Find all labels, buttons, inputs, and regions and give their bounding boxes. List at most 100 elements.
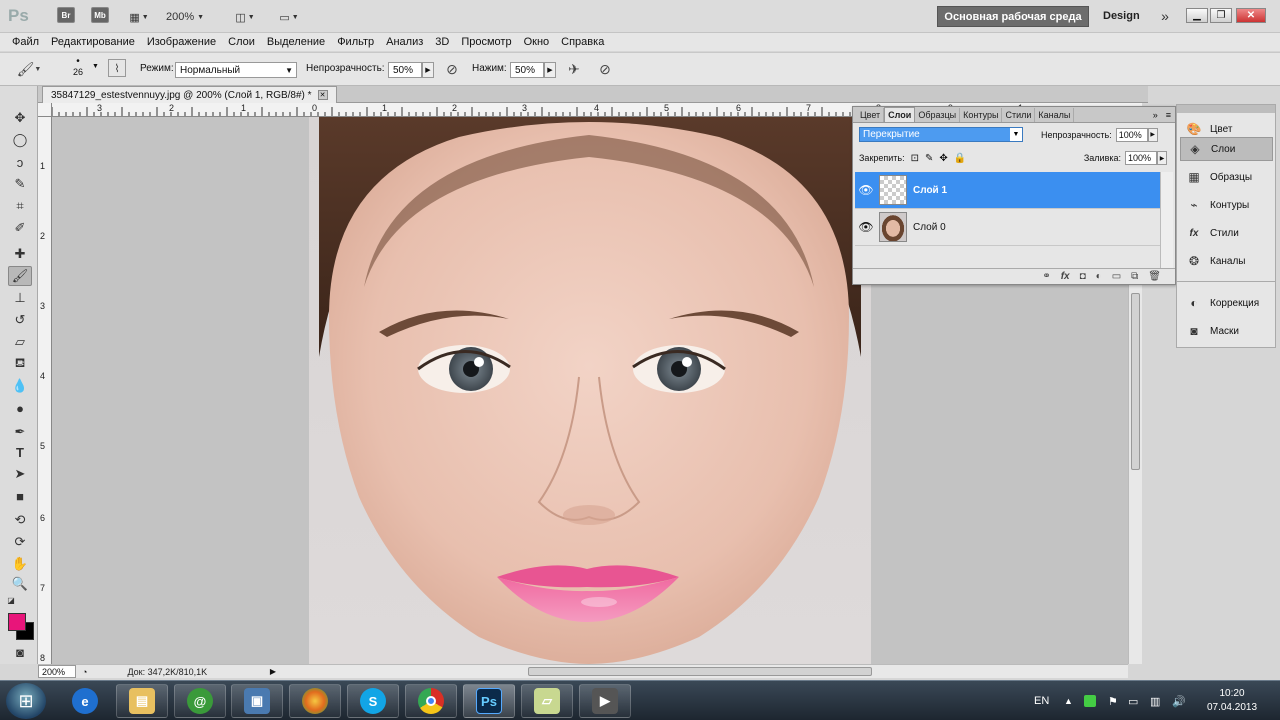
tray-device-icon[interactable]: ▭ [1128,681,1138,720]
tray-app-icon[interactable] [1084,681,1096,720]
tablet-opacity-toggle[interactable]: ⊘ [441,58,463,80]
status-menu-arrow[interactable]: ▶ [270,667,276,676]
type-tool[interactable]: T [8,442,32,462]
tablet-size-toggle[interactable]: ⊘ [594,58,616,80]
taskbar-explorer[interactable]: ▤ [116,684,168,718]
taskbar-skype[interactable]: S [347,684,399,718]
restore-button[interactable]: ❐ [1210,8,1232,23]
path-selection-tool[interactable]: ➤ [8,464,32,484]
brush-size-picker[interactable]: • 26 [66,56,90,77]
opacity-slider-button[interactable]: ▶ [422,62,434,78]
tab-channels[interactable]: Каналы [1035,108,1075,122]
airbrush-toggle[interactable]: ✈ [563,58,585,80]
vertical-scroll-thumb[interactable] [1131,293,1140,470]
menu-image[interactable]: Изображение [141,36,222,48]
lock-transparency-icon[interactable]: ⊡ [911,153,919,164]
minimize-button[interactable]: ▁ [1186,8,1208,23]
zoom-tool[interactable]: 🔍 [8,574,32,594]
tray-expand-icon[interactable]: ▲ [1064,681,1073,720]
eye-icon[interactable]: 👁 [855,220,877,234]
panel-menu-icon[interactable]: ≡ [1162,108,1175,122]
new-layer-icon[interactable]: ⧉ [1131,271,1138,282]
layer-row-1[interactable]: 👁 Слой 1 [855,172,1160,209]
collapse-panel-icon[interactable]: » [1149,108,1162,122]
dodge-tool[interactable]: ● [8,398,32,418]
workspace-button[interactable]: Основная рабочая среда [937,6,1089,27]
view-extras-button[interactable]: ▦ ▼ [124,7,154,27]
ruler-origin[interactable] [38,103,52,117]
lasso-tool[interactable]: ↄ [8,152,32,172]
taskbar-video[interactable]: ▶ [579,684,631,718]
blur-tool[interactable]: 💧 [8,376,32,396]
add-mask-icon[interactable]: ◘ [1080,271,1086,282]
tab-styles[interactable]: Стили [1002,108,1036,122]
pen-tool[interactable]: ✒ [8,422,32,442]
horizontal-scrollbar[interactable] [280,664,1128,678]
vertical-ruler[interactable]: 1 2 3 4 5 6 7 8 [38,117,52,664]
menu-view[interactable]: Просмотр [455,36,517,48]
menu-filter[interactable]: Фильтр [331,36,380,48]
menu-analysis[interactable]: Анализ [380,36,429,48]
shape-tool[interactable]: ■ [8,486,32,506]
layer-name[interactable]: Слой 1 [913,185,947,196]
opacity-input[interactable]: 50% [388,62,422,78]
close-tab-icon[interactable]: ✕ [317,90,328,100]
menu-layers[interactable]: Слои [222,36,261,48]
dock-header[interactable] [1177,105,1275,113]
menu-edit[interactable]: Редактирование [45,36,141,48]
dock-styles[interactable]: fx Стили [1180,221,1273,245]
eye-icon[interactable]: 👁 [855,183,877,197]
arrange-documents-button[interactable]: ◫ ▼ [229,7,261,27]
tab-swatches[interactable]: Образцы [915,108,961,122]
blend-mode-select[interactable]: Перекрытие ▼ [859,127,1023,142]
brush-panel-toggle[interactable]: ⌇ [108,59,126,77]
zoom-level-dropdown[interactable]: 200% ▼ [166,7,204,27]
mode-select[interactable]: Нормальный ▼ [175,62,297,78]
menu-3d[interactable]: 3D [429,36,455,48]
dock-paths[interactable]: ⌁ Контуры [1180,193,1273,217]
fx-icon[interactable]: fx [1061,271,1070,282]
menu-help[interactable]: Справка [555,36,610,48]
close-button[interactable]: ✕ [1236,8,1266,23]
taskbar-chrome[interactable] [405,684,457,718]
layers-scrollbar[interactable] [1160,172,1173,268]
bridge-button[interactable]: Br [57,7,75,23]
document-tab[interactable]: 35847129_estestvennuyy.jpg @ 200% (Слой … [42,86,337,103]
link-layers-icon[interactable]: ⚭ [1042,271,1050,282]
clone-stamp-tool[interactable]: ⊥ [8,288,32,308]
history-brush-tool[interactable]: ↺ [8,310,32,330]
tab-paths[interactable]: Контуры [960,108,1003,122]
menu-select[interactable]: Выделение [261,36,331,48]
healing-brush-tool[interactable]: ✚ [8,244,32,264]
menu-window[interactable]: Окно [518,36,556,48]
more-workspaces-button[interactable]: » [1155,6,1175,26]
taskbar-photoshop[interactable]: Ps [463,684,515,718]
dock-masks[interactable]: ◙ Маски [1180,319,1273,343]
start-button[interactable]: ⊞ [6,683,46,719]
move-tool[interactable]: ✥ [8,108,32,128]
layer-row-0[interactable]: 👁 Слой 0 [855,209,1160,246]
layer-name[interactable]: Слой 0 [913,222,946,233]
tool-preset-picker[interactable]: 🖌 ▼ [17,58,42,80]
lock-pixels-icon[interactable]: ✎ [925,153,933,164]
layer-opacity-slider[interactable]: ▶ [1147,127,1158,142]
volume-icon[interactable]: 🔊 [1172,681,1186,720]
system-clock[interactable]: 10:20 07.04.2013 [1200,687,1264,715]
taskbar-remote-desktop[interactable]: ▣ [231,684,283,718]
fill-input[interactable]: 100% [1125,151,1157,165]
3d-orbit-tool[interactable]: ⟳ [8,532,32,552]
menu-file[interactable]: Файл [6,36,45,48]
minibridge-button[interactable]: Mb [91,7,109,23]
tab-color[interactable]: Цвет [857,108,885,122]
quick-selection-tool[interactable]: ✎ [8,174,32,194]
eyedropper-tool[interactable]: ✐ [8,218,32,238]
taskbar-mail-agent[interactable]: @ [174,684,226,718]
crop-tool[interactable]: ⌗ [8,196,32,216]
brush-tool[interactable]: 🖌 [8,266,32,286]
taskbar-ie[interactable]: e [59,684,111,718]
dock-swatches[interactable]: ▦ Образцы [1180,165,1273,189]
network-icon[interactable]: ▥ [1150,681,1160,720]
taskbar-palette[interactable] [289,684,341,718]
marquee-tool[interactable]: ◯ [8,130,32,150]
screen-mode-button[interactable]: ▭ ▼ [273,7,305,27]
